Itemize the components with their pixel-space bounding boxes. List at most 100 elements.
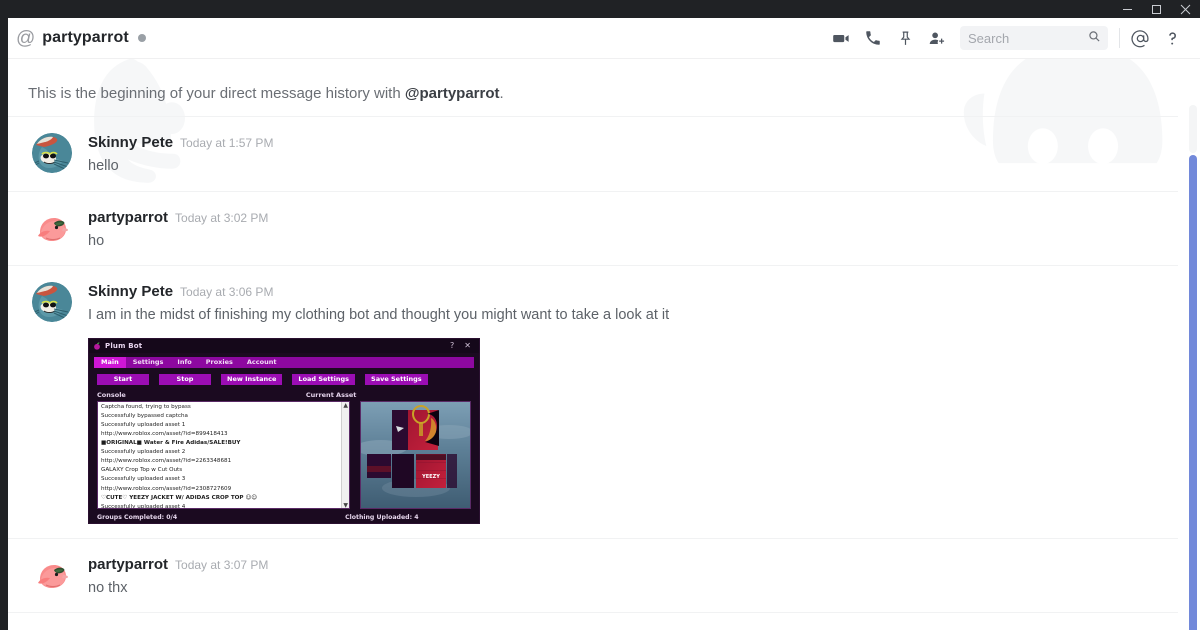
search-input[interactable] [960,27,1078,49]
plumbot-tab-info[interactable]: Info [170,357,198,368]
plumbot-load-settings-button[interactable]: Load Settings [292,373,356,385]
message-header: partyparrot Today at 3:07 PM [88,556,268,573]
plumbot-titlebar: Plum Bot ? ✕ [89,338,479,353]
message-author[interactable]: partyparrot [88,556,168,573]
console-line: ♡CUTE♡ YEEZY JACKET W/ ADIDAS CROP TOP ☺… [101,494,258,501]
message-timestamp: Today at 3:06 PM [180,285,274,300]
plumbot-tab-main[interactable]: Main [94,356,126,368]
plumbot-title: Plum Bot [105,341,143,350]
scroll-up-icon[interactable]: ▲ [343,402,348,410]
status-indicator-icon [137,34,146,42]
minimize-button[interactable] [1113,0,1142,18]
plumbot-status-bar: Groups Completed: 0/4 Clothing Uploaded:… [89,514,479,521]
plumbot-action-buttons: Start Stop New Instance Load Settings Sa… [97,373,479,385]
scrollbar-track-upper[interactable] [1189,105,1197,153]
plumbot-tabs: Main Settings Info Proxies Account [94,356,474,368]
plumbot-close-button[interactable]: ✕ [464,341,471,350]
plumbot-titlebar-buttons: ? ✕ [450,341,475,350]
message-row[interactable]: Skinny Pete Today at 1:57 PM hello [8,117,1178,192]
message-text: hello [88,158,119,174]
dm-intro-text: This is the beginning of your direct mes… [8,59,1178,117]
message-timestamp: Today at 3:02 PM [175,210,269,225]
message-row[interactable]: partyparrot Today at 3:07 PM no thx [8,539,1178,614]
tom-cat-avatar[interactable] [32,282,72,323]
at-icon: @ [16,27,36,49]
console-line: http://www.roblox.com/asset/?id=23087276… [101,485,232,492]
message-author[interactable]: partyparrot [88,209,168,226]
add-friend-icon[interactable] [921,18,953,59]
plumbot-console-output[interactable]: Captcha found, trying to bypass Successf… [97,400,351,509]
message-author[interactable]: Skinny Pete [88,283,173,300]
message-timestamp: Today at 3:07 PM [175,557,269,572]
dm-intro-suffix: . [499,85,504,102]
plumbot-tab-settings[interactable]: Settings [126,357,171,368]
message-body: partyparrot Today at 3:07 PM no thx [72,555,268,599]
discord-window: @ partyparrot Search This is the beginni… [0,0,1200,630]
chat-panel: @ partyparrot Search This is the beginni… [8,18,1200,630]
plumbot-help-button[interactable]: ? [450,341,454,350]
plumbot-save-settings-button[interactable]: Save Settings [365,373,428,385]
tom-cat-avatar[interactable] [32,133,72,173]
message-timestamp: Today at 1:57 PM [180,136,274,150]
message-row[interactable]: partyparrot Today at 3:02 PM ho [8,192,1178,267]
svg-text:YEEZY: YEEZY [421,474,440,480]
dm-intro-prefix: This is the beginning of your direct mes… [28,85,405,102]
dm-intro-mention: @partyparrot [404,85,500,102]
message-body: partyparrot Today at 3:02 PM ho [72,208,268,252]
window-controls [1113,0,1200,18]
party-parrot-avatar[interactable] [32,555,72,595]
plum-icon [93,342,101,350]
plumbot-current-asset-image: YEEZY [360,400,471,509]
plumbot-main-area: Captcha found, trying to bypass Successf… [89,400,479,509]
plumbot-new-instance-button[interactable]: New Instance [221,373,283,385]
message-header: Skinny Pete Today at 1:57 PM [88,134,273,151]
message-row[interactable]: Skinny Pete Today at 3:06 PM I am in the… [8,266,1178,539]
plumbot-tab-account[interactable]: Account [240,357,284,368]
plumbot-clothing-uploaded: Clothing Uploaded: 4 [345,513,419,521]
help-icon[interactable] [1156,18,1188,59]
console-line: Successfully uploaded asset 4 [101,503,186,509]
party-parrot-avatar[interactable] [32,208,72,248]
message-list[interactable]: This is the beginning of your direct mes… [8,59,1200,630]
plumbot-section-labels: Console Current Asset [89,391,479,399]
message-header: Skinny Pete Today at 3:06 PM [88,283,669,300]
pin-icon[interactable] [889,18,921,59]
message-author[interactable]: Skinny Pete [88,134,173,151]
plumbot-console-label: Console [97,390,126,399]
scroll-down-icon[interactable]: ▼ [343,502,348,508]
message-header: partyparrot Today at 3:02 PM [88,209,268,226]
plumbot-groups-completed: Groups Completed: 0/4 [97,513,178,521]
close-button[interactable] [1171,0,1200,18]
plumbot-asset-label: Current Asset [305,390,357,399]
plumbot-console-lines: Captcha found, trying to bypass Successf… [98,402,349,509]
scrollbar-thumb[interactable] [1189,155,1197,630]
console-line: Successfully uploaded asset 2 [101,449,186,456]
console-line: Captcha found, trying to bypass [101,403,191,410]
console-line: Successfully uploaded asset 1 [101,421,186,428]
search-box[interactable] [960,26,1108,50]
message-body: Skinny Pete Today at 3:06 PM I am in the… [72,282,669,524]
plumbot-stop-button[interactable]: Stop [159,373,211,385]
attachment-image-plum-bot[interactable]: Plum Bot ? ✕ Main Settings Info Proxies … [88,337,480,524]
message-text: ho [88,232,105,249]
console-line: http://www.roblox.com/asset/?id=89941841… [101,430,228,437]
mentions-icon[interactable] [1124,18,1156,59]
plumbot-start-button[interactable]: Start [97,373,149,385]
search-icon [1088,30,1101,48]
plumbot-tab-proxies[interactable]: Proxies [199,357,240,368]
console-line: Successfully uploaded asset 3 [101,476,186,483]
plumbot-console-scrollbar[interactable]: ▲ ▼ [341,401,350,508]
maximize-button[interactable] [1142,0,1171,18]
video-call-icon[interactable] [825,18,857,59]
message-text: I am in the midst of finishing my clothi… [88,307,670,324]
header-actions [825,18,1192,59]
console-line: ■ORIGINAL■ Water & Fire Adidas/SALE!BUY [101,440,241,447]
console-line: Successfully bypassed captcha [101,412,188,419]
console-line: http://www.roblox.com/asset/?id=22633486… [101,458,232,465]
channel-title-group: @ partyparrot [16,29,146,48]
header-divider [1119,28,1120,48]
left-gutter [0,18,8,630]
window-titlebar [0,0,1200,18]
message-body: Skinny Pete Today at 1:57 PM hello [72,133,273,177]
voice-call-icon[interactable] [857,18,889,59]
